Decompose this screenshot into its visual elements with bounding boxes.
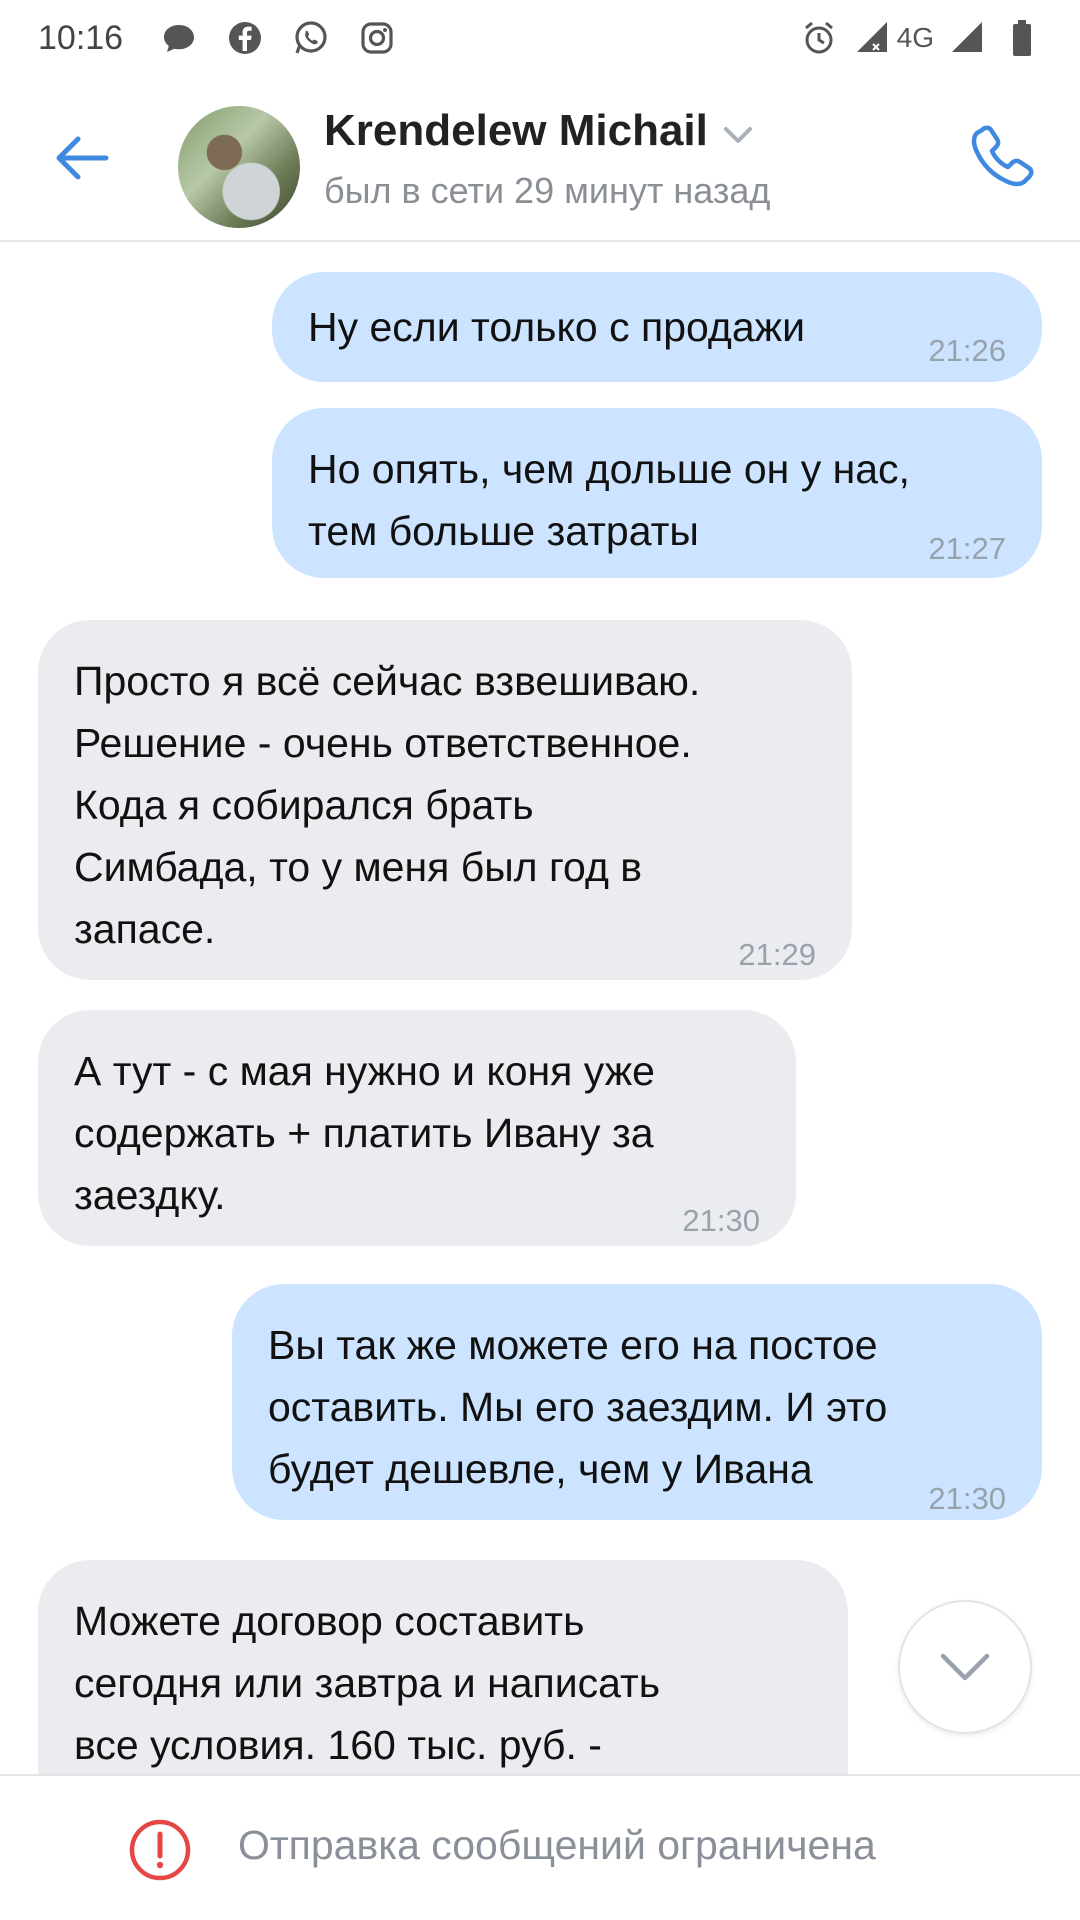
network-type: 4G <box>896 22 934 53</box>
status-time: 10:16 <box>38 18 124 57</box>
message-bubble-outgoing[interactable]: Но опять, чем дольше он у нас, тем больш… <box>272 408 1042 578</box>
message-line: Симбада, то у меня был год в <box>74 844 643 890</box>
signal-icon-2 <box>952 22 982 52</box>
last-seen-status: был в сети 29 минут назад <box>324 170 771 211</box>
avatar[interactable] <box>178 106 300 228</box>
message-bubble-outgoing[interactable]: Вы так же можете его на постое оставить.… <box>232 1284 1042 1520</box>
scroll-to-bottom-button[interactable] <box>898 1600 1032 1734</box>
chevron-down-icon <box>940 1653 990 1681</box>
message-line: запасе. <box>74 906 216 952</box>
facebook-icon <box>229 22 262 54</box>
message-bubble-incoming[interactable]: Можете договор составить сегодня или зав… <box>38 1560 848 1774</box>
message-line: заездку. <box>74 1172 226 1218</box>
message-time: 21:27 <box>928 531 1006 566</box>
message-line: будет дешевле, чем у Ивана <box>268 1446 813 1492</box>
alarm-icon <box>804 21 833 54</box>
message-line: содержать + платить Ивану за <box>74 1110 654 1156</box>
instagram-icon <box>361 22 393 54</box>
battery-icon <box>1013 20 1031 56</box>
message-list[interactable]: Ну если только с продажи 21:26 Но опять,… <box>0 244 1080 1774</box>
message-text: Ну если только с продажи <box>308 304 805 350</box>
message-time: 21:30 <box>928 1481 1006 1516</box>
message-time: 21:26 <box>928 333 1006 368</box>
chat-bubble-icon <box>164 25 195 52</box>
back-arrow-icon[interactable] <box>50 126 114 190</box>
message-line: Решение - очень ответственное. <box>74 720 692 766</box>
contact-name: Krendelew Michail <box>324 106 708 155</box>
message-line: Но опять, чем дольше он у нас, <box>308 446 910 492</box>
contact-name-row[interactable]: Krendelew Michail <box>324 106 754 156</box>
message-bubble-incoming[interactable]: А тут - с мая нужно и коня уже содержать… <box>38 1010 796 1246</box>
message-line: сегодня или завтра и написать <box>74 1660 661 1706</box>
message-line: А тут - с мая нужно и коня уже <box>74 1048 655 1094</box>
notification-icons <box>159 18 397 58</box>
message-time: 21:30 <box>682 1203 760 1238</box>
warning-icon <box>129 1819 191 1881</box>
message-line: оставить. Мы его заездим. И это <box>268 1384 888 1430</box>
chat-header: Krendelew Michail был в сети 29 минут на… <box>0 76 1080 242</box>
message-line: Кода я собирался брать <box>74 782 534 828</box>
signal-icon <box>856 22 887 52</box>
message-line: тем больше затраты <box>308 508 699 554</box>
message-bubble-outgoing[interactable]: Ну если только с продажи 21:26 <box>272 272 1042 382</box>
whatsapp-icon <box>295 21 327 54</box>
chevron-down-icon <box>723 127 752 143</box>
system-icons: 4G <box>799 18 1042 58</box>
phone-call-icon[interactable] <box>966 120 1040 194</box>
message-line: Можете договор составить <box>74 1598 585 1644</box>
status-bar: 10:16 4G <box>0 0 1080 76</box>
restriction-notice: Отправка сообщений ограничена <box>238 1822 876 1868</box>
message-line: Вы так же можете его на постое <box>268 1322 878 1368</box>
message-line: все условия. 160 тыс. руб. - <box>74 1722 602 1768</box>
message-bubble-incoming[interactable]: Просто я всё сейчас взвешиваю. Решение -… <box>38 620 852 980</box>
message-line: Просто я всё сейчас взвешиваю. <box>74 658 701 704</box>
message-input-bar: Отправка сообщений ограничена <box>0 1774 1080 1920</box>
message-time: 21:29 <box>738 937 816 972</box>
